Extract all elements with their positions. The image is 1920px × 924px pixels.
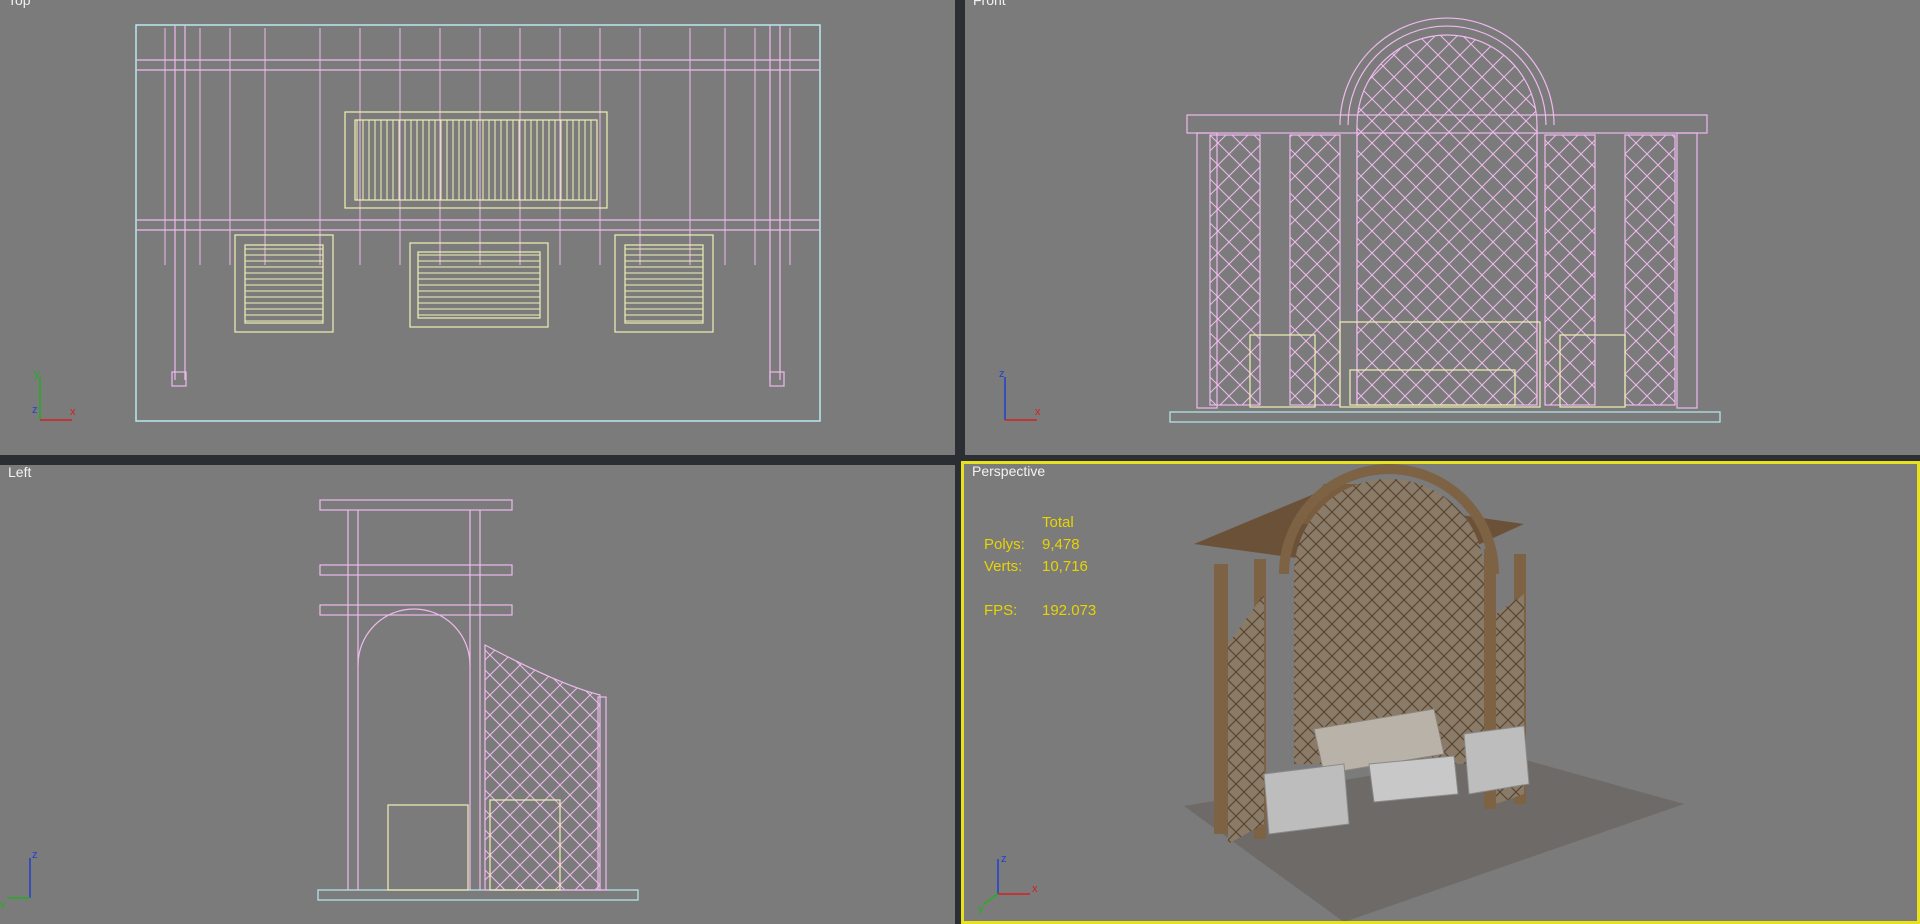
- axis-z-label: z: [32, 849, 38, 861]
- ground-slab-left: [317, 889, 639, 901]
- lattice-panel-1: [1209, 134, 1261, 406]
- verts-label: Verts:: [984, 558, 1023, 575]
- lattice-panel-4: [1544, 134, 1596, 406]
- viewport-label-top[interactable]: Top: [8, 0, 31, 9]
- axis-y-label: y: [34, 368, 40, 380]
- scene-bounding-box: [135, 24, 821, 422]
- front-view-wireframe: [1169, 17, 1721, 423]
- top-view-wireframe: [135, 24, 821, 422]
- viewport-front[interactable]: Front z x: [965, 0, 1920, 455]
- fps-label: FPS:: [984, 602, 1018, 619]
- axis-gizmo-front: z x: [999, 368, 1041, 421]
- polys-label: Polys:: [984, 536, 1025, 553]
- lattice-panel-5: [1624, 134, 1676, 406]
- axis-x-label: x: [70, 406, 76, 418]
- viewport-left[interactable]: Left z y: [0, 465, 955, 924]
- viewport-top[interactable]: Top y z x: [0, 0, 955, 455]
- side-lattice-panel: [484, 644, 601, 891]
- stats-polys-row: Polys: 9,478: [984, 534, 1096, 556]
- polys-value: 9,478: [1042, 536, 1080, 553]
- stats-header: Total: [1042, 514, 1074, 531]
- stats-verts-row: Verts: 10,716: [984, 556, 1096, 578]
- stats-fps-row: FPS: 192.073: [984, 600, 1096, 622]
- axis-gizmo-top: y z x: [32, 368, 76, 421]
- viewport-label-perspective[interactable]: Perspective: [972, 464, 1045, 480]
- arched-lattice-center: [1356, 34, 1538, 406]
- chair-left-top: [234, 234, 334, 333]
- sofa-top: [344, 111, 608, 209]
- ground-slab-front: [1169, 411, 1721, 423]
- axis-x-label: x: [1035, 406, 1041, 418]
- chair-right-top: [614, 234, 714, 333]
- axis-y-label: y: [0, 899, 6, 908]
- axis-z-label: z: [999, 368, 1005, 380]
- viewport-perspective[interactable]: Perspective Total Polys: 9,478 Verts: 10…: [961, 461, 1920, 924]
- viewport-statistics: Total Polys: 9,478 Verts: 10,716 FPS: 19…: [984, 512, 1096, 622]
- table-top: [409, 242, 549, 328]
- axis-z-label: z: [1001, 854, 1007, 865]
- verts-value: 10,716: [1042, 558, 1088, 575]
- axis-z-label: z: [32, 404, 38, 416]
- axis-gizmo-left: z y: [0, 849, 38, 908]
- axis-x-label: x: [1032, 883, 1038, 895]
- viewport-label-left[interactable]: Left: [8, 465, 31, 481]
- viewport-label-front[interactable]: Front: [973, 0, 1006, 9]
- perspective-render: [1184, 464, 1684, 921]
- axis-y-label: y: [978, 903, 984, 914]
- left-view-wireframe: [317, 499, 639, 901]
- fps-value: 192.073: [1042, 602, 1097, 619]
- axis-gizmo-perspective: z x y: [978, 854, 1038, 914]
